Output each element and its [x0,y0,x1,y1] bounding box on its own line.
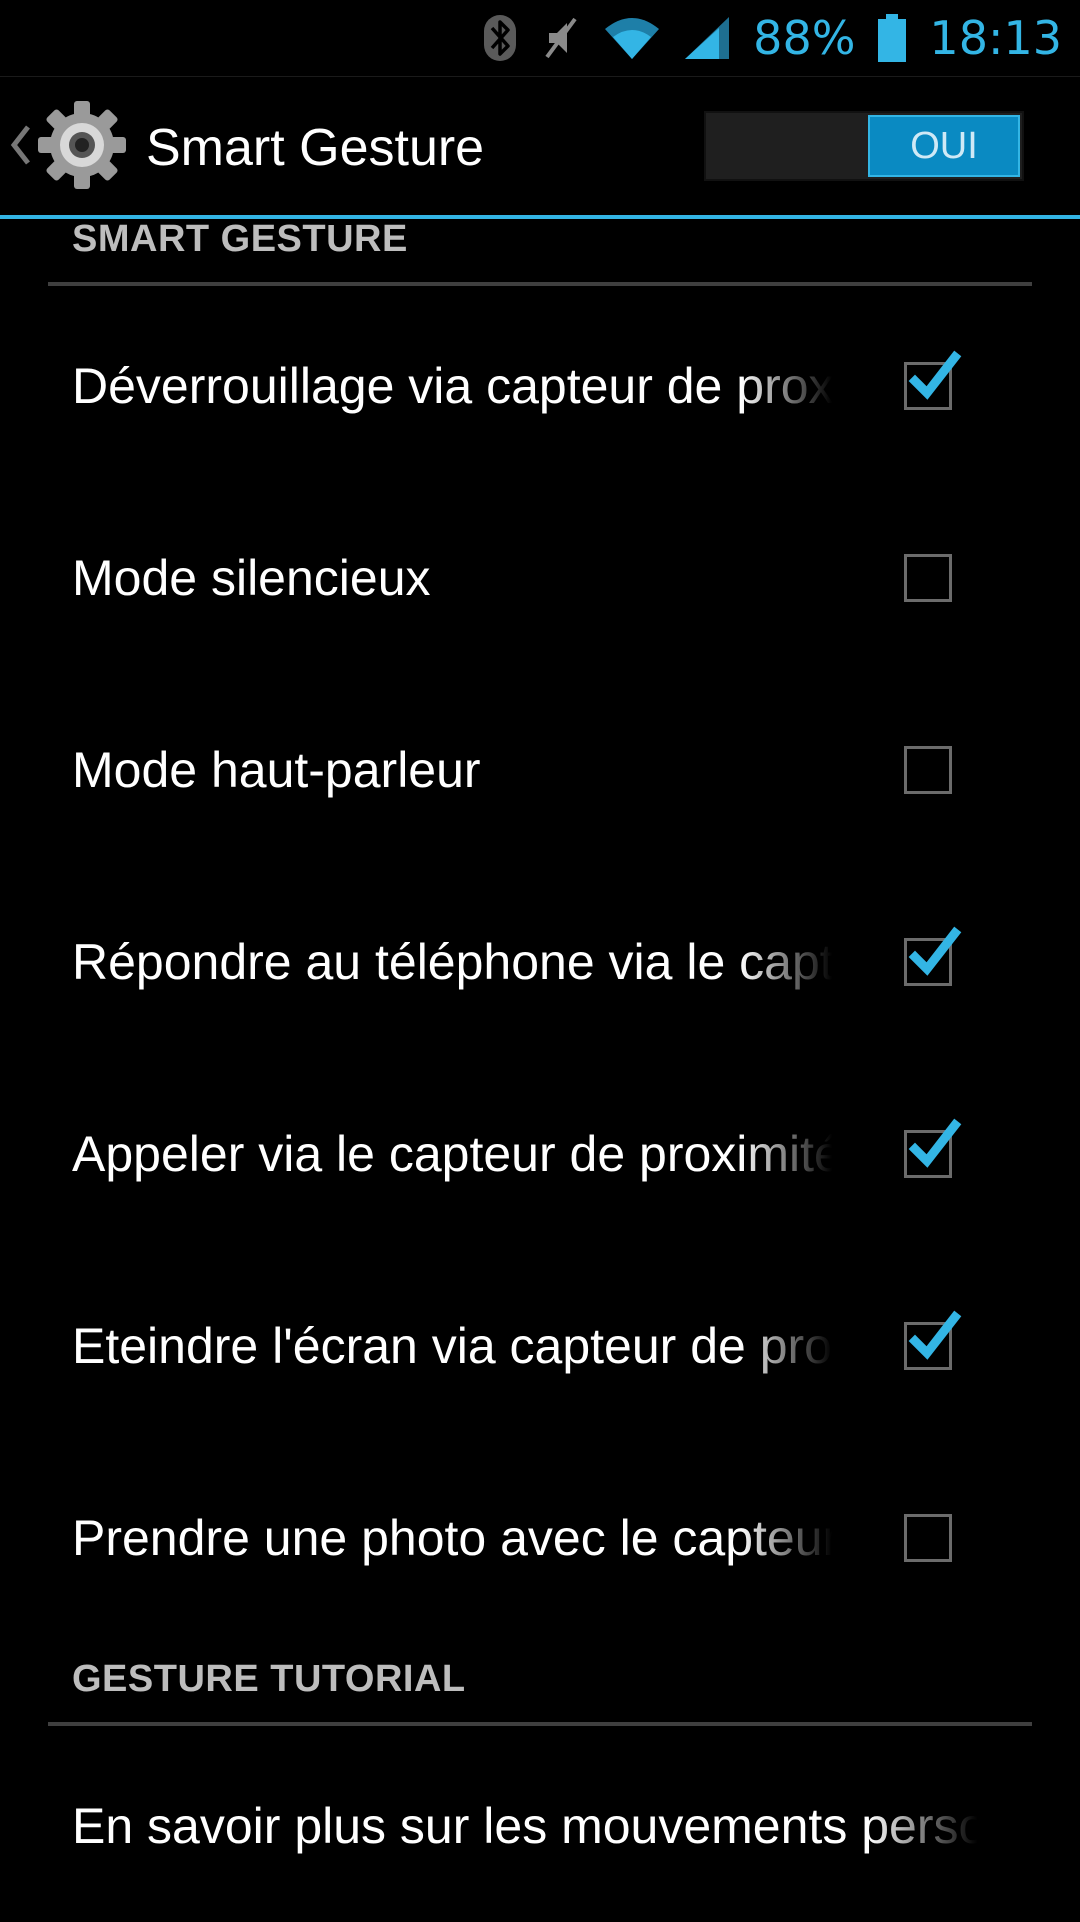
action-bar: Smart Gesture OUI [0,77,1080,219]
pref-title: Répondre au téléphone via le capteur [72,934,832,990]
checkmark-icon [908,350,962,400]
master-toggle-switch[interactable]: OUI [704,111,1024,181]
pref-title: Mode haut-parleur [72,742,481,798]
pref-row-speaker-mode[interactable]: Mode haut-parleur [0,674,1080,866]
signal-icon [683,15,731,61]
bluetooth-icon [483,14,517,62]
pref-row-take-photo[interactable]: Prendre une photo avec le capteur [0,1442,1080,1634]
page-title: Smart Gesture [146,119,485,177]
mute-icon [539,15,581,61]
checkmark-icon [908,1118,962,1168]
pref-title: Appeler via le capteur de proximité [72,1126,832,1182]
section-header-smart-gesture: SMART GESTURE [72,218,408,260]
pref-title: En savoir plus sur les mouvements person… [72,1798,977,1854]
section-divider [48,282,1032,286]
chevron-left-icon [8,123,34,172]
pref-row-proximity-unlock[interactable]: Déverrouillage via capteur de proximité [0,290,1080,482]
pref-title: Déverrouillage via capteur de proximité [72,358,832,414]
status-icons: 88% 18:13 [483,0,1062,76]
checkbox-silent-mode[interactable] [904,554,952,602]
pref-title: Mode silencieux [72,550,431,606]
pref-title: Prendre une photo avec le capteur [72,1510,832,1566]
up-button[interactable] [8,97,130,197]
checkbox-answer-call[interactable] [904,926,962,986]
battery-percent: 88% [753,11,856,65]
status-bar: 88% 18:13 [0,0,1080,77]
battery-icon [877,13,907,63]
section-divider [48,1722,1032,1726]
pref-row-proximity-call[interactable]: Appeler via le capteur de proximité [0,1058,1080,1250]
gear-icon [34,97,130,198]
checkbox-proximity-unlock[interactable] [904,350,962,410]
checkbox-speaker-mode[interactable] [904,746,952,794]
checkbox-screen-off[interactable] [904,1310,962,1370]
checkbox-take-photo[interactable] [904,1514,952,1562]
pref-row-screen-off[interactable]: Eteindre l'écran via capteur de proximit… [0,1250,1080,1442]
pref-row-learn-gestures[interactable]: En savoir plus sur les mouvements person… [0,1730,1080,1922]
section-header-gesture-tutorial: GESTURE TUTORIAL [72,1658,466,1700]
clock: 18:13 [929,11,1062,65]
checkmark-icon [908,926,962,976]
checkmark-icon [908,1310,962,1360]
pref-row-silent-mode[interactable]: Mode silencieux [0,482,1080,674]
pref-row-answer-call[interactable]: Répondre au téléphone via le capteur [0,866,1080,1058]
switch-thumb: OUI [868,115,1020,177]
pref-title: Eteindre l'écran via capteur de proximit… [72,1318,832,1374]
wifi-icon [603,15,661,61]
checkbox-proximity-call[interactable] [904,1118,962,1178]
